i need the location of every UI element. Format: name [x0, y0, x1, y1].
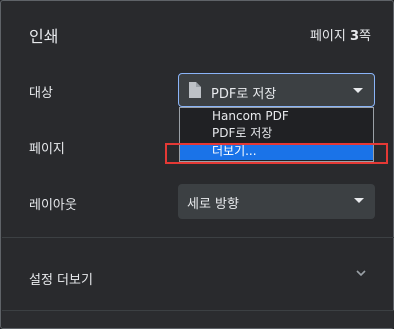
dialog-title: 인쇄 — [29, 27, 59, 46]
page-count-number: 3 — [349, 29, 360, 44]
chevron-down-icon[interactable] — [354, 198, 364, 203]
layout-label: 레이아웃 — [29, 198, 77, 213]
page-count: 페이지 3쪽 — [310, 25, 371, 44]
page-count-prefix: 페이지 — [309, 29, 350, 44]
layout-value: 세로 방향 — [187, 197, 239, 212]
footer-area — [2, 311, 394, 328]
destination-label: 대상 — [29, 86, 53, 101]
divider — [2, 237, 394, 238]
annotation-highlight-box — [165, 143, 388, 164]
destination-select[interactable]: PDF로 저장 — [178, 73, 375, 107]
more-settings-label[interactable]: 설정 더보기 — [29, 269, 93, 288]
option-save-as-pdf[interactable]: PDF로 저장 — [180, 125, 373, 142]
option-hancom-pdf[interactable]: Hancom PDF — [180, 108, 373, 125]
chevron-down-icon[interactable] — [353, 88, 363, 93]
chevron-down-icon[interactable] — [356, 269, 366, 277]
pages-label: 페이지 — [29, 142, 65, 157]
document-icon — [189, 82, 201, 98]
layout-select[interactable]: 세로 방향 — [178, 184, 375, 219]
page-count-suffix: 쪽 — [359, 29, 371, 44]
destination-value: PDF로 저장 — [211, 87, 277, 102]
print-dialog: 인쇄 페이지 3쪽 대상 PDF로 저장 Hancom PDF PDF로 저장 … — [0, 0, 394, 329]
